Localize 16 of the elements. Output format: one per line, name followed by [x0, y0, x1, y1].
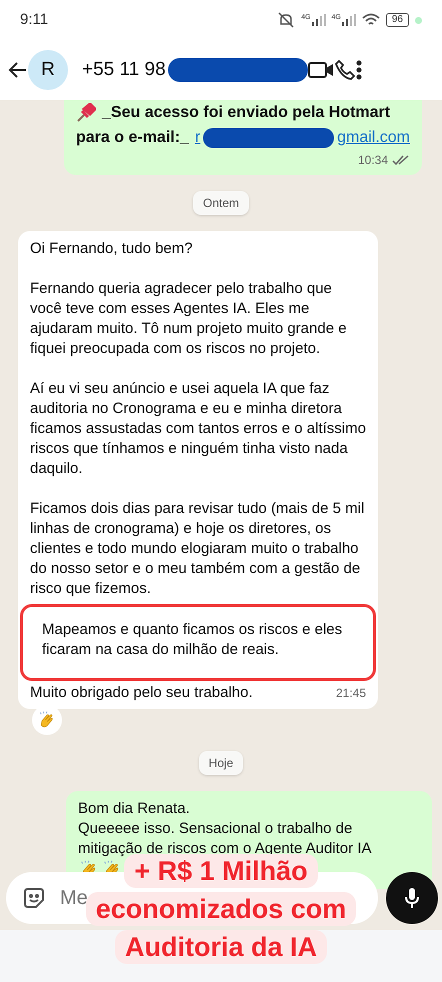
message-text: Aí eu vi seu anúncio e usei aquela IA que faz auditoria no Cronograma e eu e minha diretora ficamos assustadas com tantos erros e o altíssimo riscos que tínhamos e ninguém tinha visto nada daquilo. — [30, 379, 366, 479]
highlighted-message-text: Mapeamos e quanto ficamos os riscos e eles ficaram na casa do milhão de reais. — [20, 604, 376, 681]
message-text: _Seu acesso foi enviado pela Hotmart — [102, 103, 390, 123]
message-text: Bom dia Renata. — [78, 799, 191, 819]
message-text: Muito obrigado pelo seu trabalho. — [30, 683, 253, 703]
date-label: Ontem — [192, 191, 249, 215]
message-text: Fernando queria agradecer pelo trabalho que você teve com esses Agentes IA. Eles me ajudaram muito. Tô num projeto muito grande e fiquei preocupada com os riscos no projeto. — [30, 279, 348, 359]
input-placeholder: Me — [60, 886, 88, 911]
message-text: Ficamos dois dias para revisar tudo (mais de 5 mil linhas de cronograma) e hoje os diretores, os clientes e todo mundo elogiaram muito o trabalho do nosso setor e o meu também com a gestão de risco que fizemos. — [30, 499, 366, 599]
battery-level: 96 — [386, 13, 409, 27]
message-text: Oi Fernando, tudo bem? — [30, 239, 194, 259]
message-time: 10:34 — [358, 152, 388, 169]
status-time: 9:11 — [20, 10, 48, 30]
date-label: Hoje — [198, 751, 244, 775]
message-text: para o e-mail:_ — [76, 128, 189, 148]
message-time: 21:45 — [336, 685, 366, 702]
